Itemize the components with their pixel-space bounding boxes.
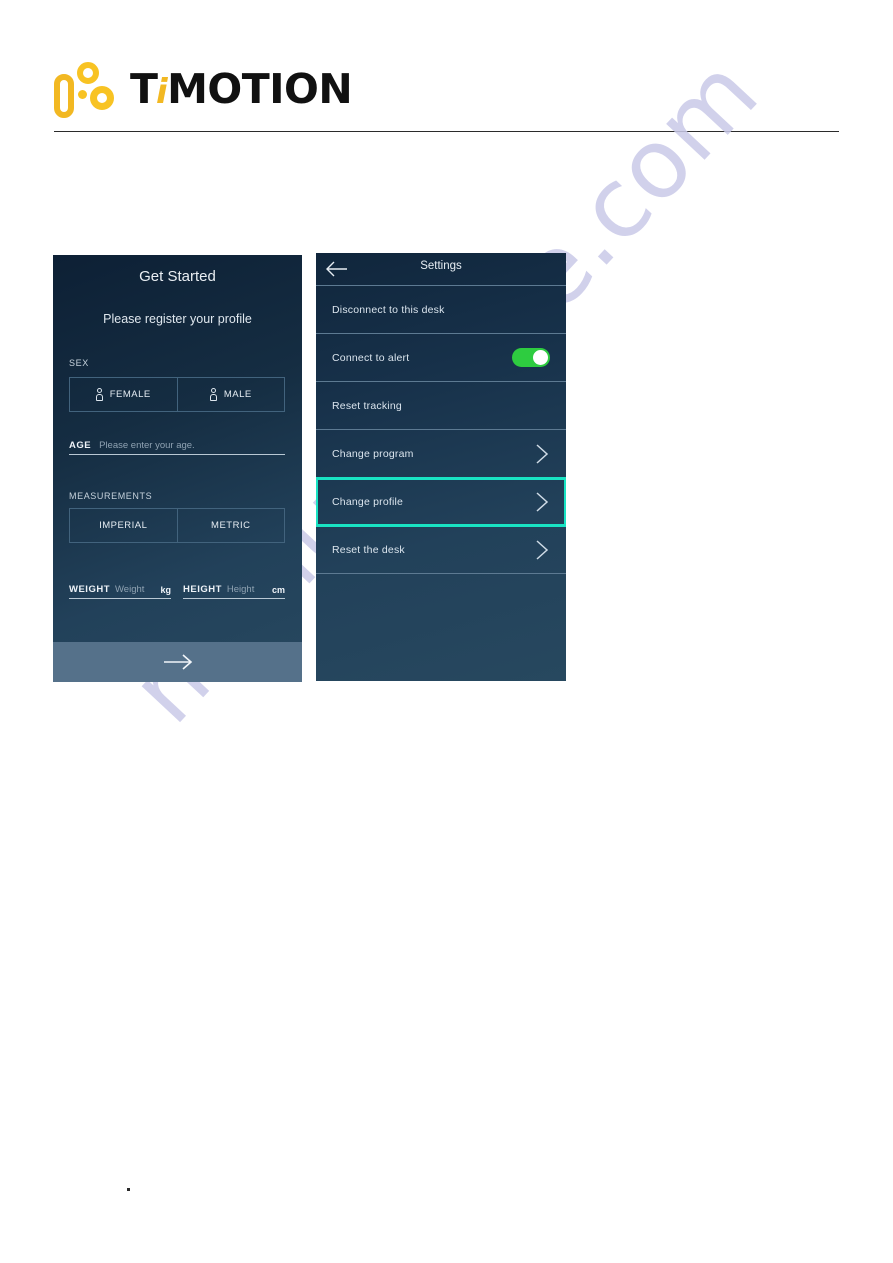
header-divider <box>54 131 839 132</box>
logo-dot-icon <box>78 90 87 99</box>
sex-option-group: FEMALE MALE <box>69 377 285 412</box>
settings-row-change-profile-label: Change profile <box>332 495 404 508</box>
measurement-option-metric-label: METRIC <box>211 520 251 531</box>
measurement-option-imperial[interactable]: IMPERIAL <box>70 509 177 542</box>
settings-title: Settings <box>420 260 462 272</box>
logo-letter-i: i <box>155 71 168 112</box>
logo-zero-shape-icon <box>54 74 74 118</box>
settings-row-change-program[interactable]: Change program <box>316 430 566 478</box>
weight-unit-label: kg <box>160 585 171 595</box>
chevron-right-icon <box>536 443 549 464</box>
chevron-right-icon <box>536 539 549 560</box>
settings-row-reset-tracking[interactable]: Reset tracking <box>316 382 566 430</box>
age-input[interactable]: Please enter your age. <box>99 440 195 454</box>
logo-mark-group <box>54 60 122 118</box>
settings-row-reset-desk[interactable]: Reset the desk <box>316 526 566 574</box>
page-stray-mark <box>127 1188 130 1191</box>
settings-row-disconnect-desk-label: Disconnect to this desk <box>332 303 445 316</box>
settings-empty-area <box>316 574 566 681</box>
settings-row-reset-tracking-label: Reset tracking <box>332 399 402 412</box>
height-unit-label: cm <box>271 585 285 595</box>
logo-wordmark: TiMOTION <box>130 68 353 112</box>
settings-row-connect-alert[interactable]: Connect to alert <box>316 334 566 382</box>
settings-row-change-program-label: Change program <box>332 447 414 460</box>
logo-ring-top-icon <box>77 62 99 84</box>
arrow-right-icon <box>163 654 192 670</box>
age-field-row[interactable]: AGE Please enter your age. <box>69 433 285 455</box>
logo-letter-t: T <box>130 64 158 113</box>
measurements-section-label: MEASUREMENTS <box>69 491 153 501</box>
settings-screen: Settings Disconnect to this desk Connect… <box>316 253 566 681</box>
page-header: TiMOTION <box>0 0 893 140</box>
measurement-option-imperial-label: IMPERIAL <box>99 520 148 531</box>
age-field-label: AGE <box>69 440 92 451</box>
height-field-row[interactable]: HEIGHT Height cm <box>183 577 285 599</box>
measurement-option-metric[interactable]: METRIC <box>176 509 285 542</box>
weight-height-row: WEIGHT Weight kg HEIGHT Height cm <box>69 577 285 599</box>
toggle-knob <box>533 350 548 365</box>
weight-field-row[interactable]: WEIGHT Weight kg <box>69 577 171 599</box>
height-field-label: HEIGHT <box>183 584 222 595</box>
weight-input[interactable]: Weight <box>115 584 144 598</box>
connect-alert-toggle[interactable] <box>512 348 550 367</box>
logo-ring-bottom-icon <box>90 86 114 110</box>
get-started-next-button[interactable] <box>53 642 302 682</box>
settings-row-disconnect-desk[interactable]: Disconnect to this desk <box>316 286 566 334</box>
weight-field-label: WEIGHT <box>69 584 110 595</box>
settings-row-reset-desk-label: Reset the desk <box>332 543 405 556</box>
sex-option-female[interactable]: FEMALE <box>70 378 177 411</box>
settings-row-change-profile[interactable]: Change profile <box>316 477 566 527</box>
get-started-subtitle: Please register your profile <box>103 312 252 326</box>
get-started-screen: Get Started Please register your profile… <box>53 255 302 682</box>
logo-word-motion: MOTION <box>167 64 353 113</box>
get-started-title: Get Started <box>139 268 216 285</box>
male-person-icon <box>210 387 218 402</box>
measurement-option-group: IMPERIAL METRIC <box>69 508 285 543</box>
chevron-right-icon <box>536 491 549 512</box>
timotion-logo: TiMOTION <box>54 60 353 118</box>
sex-option-male-label: MALE <box>223 389 252 400</box>
settings-header: Settings <box>316 253 566 286</box>
settings-row-connect-alert-label: Connect to alert <box>332 351 410 364</box>
sex-option-male[interactable]: MALE <box>176 378 285 411</box>
sex-option-female-label: FEMALE <box>109 389 151 400</box>
get-started-body: Get Started Please register your profile… <box>53 255 302 642</box>
height-input[interactable]: Height <box>227 584 254 598</box>
sex-section-label: SEX <box>69 358 89 368</box>
female-person-icon <box>96 387 104 402</box>
